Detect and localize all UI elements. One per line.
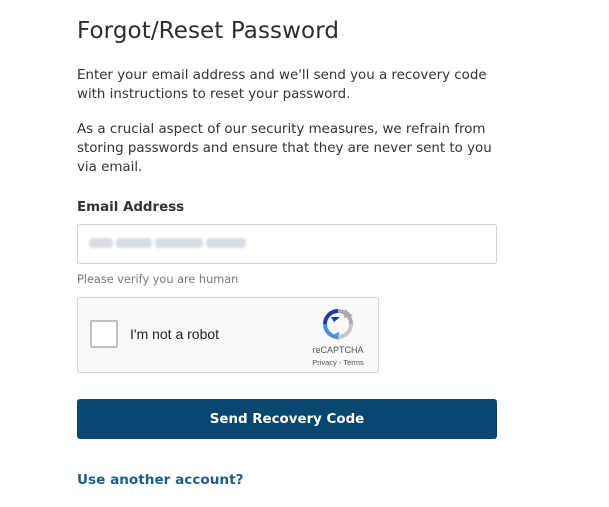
send-recovery-code-button[interactable]: Send Recovery Code <box>77 399 497 439</box>
recaptcha-logo-icon <box>323 309 353 340</box>
recaptcha-terms-link[interactable]: Terms <box>343 358 363 367</box>
security-notice-text: As a crucial aspect of our security meas… <box>77 122 492 175</box>
recaptcha-checkbox[interactable] <box>90 320 118 348</box>
email-input[interactable] <box>77 224 497 264</box>
intro-text: Enter your email address and we'll send … <box>77 68 487 102</box>
use-another-account-link[interactable]: Use another account? <box>77 472 243 488</box>
recaptcha-checkbox-label[interactable]: I'm not a robot <box>130 326 219 342</box>
recaptcha-legal-links: Privacy - Terms <box>302 358 374 367</box>
verify-human-hint: Please verify you are human <box>77 273 239 286</box>
page-title: Forgot/Reset Password <box>77 18 340 44</box>
recaptcha-privacy-link[interactable]: Privacy <box>312 358 337 367</box>
email-label: Email Address <box>77 200 185 215</box>
recaptcha-widget: I'm not a robot reCAPTCHA Privacy - Term… <box>77 297 379 373</box>
recaptcha-brand-text: reCAPTCHA <box>312 345 364 355</box>
